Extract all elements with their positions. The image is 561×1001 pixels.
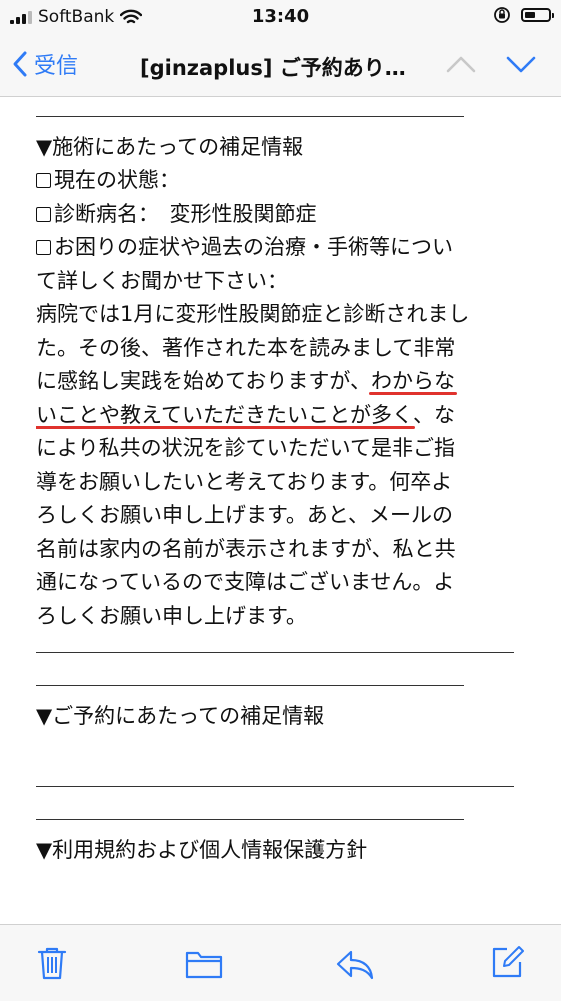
checkbox-icon: [36, 173, 51, 188]
status-bar: SoftBank 13:40: [0, 0, 561, 34]
field-current-state: 現在の状態：: [36, 164, 526, 198]
message-line: に感銘し実践を始めておりますが、わからな: [36, 369, 457, 395]
status-right: [493, 6, 554, 24]
message-line: た。その後、著作された本を読みまして非常: [36, 335, 456, 360]
divider: [36, 767, 514, 801]
mail-subject-title: [ginzaplus] ご予約あり…: [140, 56, 406, 80]
divider: [36, 633, 514, 667]
message-line: ろしくお願い申し上げます。: [36, 603, 307, 628]
message-line: 病院では1月に変形性股関節症と診断されまし: [36, 302, 470, 326]
message-line: 導をお願いしたいと考えております。何卒よ: [36, 469, 453, 494]
battery-icon: [521, 8, 554, 22]
message-line: 通になっているので支障はございません。よ: [36, 570, 455, 594]
rotation-lock-icon: [494, 7, 510, 23]
chevron-down-icon[interactable]: [505, 50, 537, 78]
back-label: 受信: [34, 54, 79, 79]
mail-body: ▼施術にあたっての補足情報 現在の状態： 診断病名： 変形性股関節症 お困りの症…: [36, 97, 526, 923]
reply-icon[interactable]: [335, 949, 375, 981]
trash-icon[interactable]: [36, 945, 68, 981]
bottom-toolbar: [0, 924, 561, 1001]
message-line: 名前は家内の名前が表示されますが、私と共: [36, 536, 456, 561]
section-heading-treatment: ▼施術にあたっての補足情報: [36, 134, 304, 159]
checkbox-icon: [36, 206, 51, 222]
underlined-text: わからな: [368, 369, 457, 395]
field-diagnosis: 診断病名： 変形性股関節症: [36, 198, 526, 232]
chevron-up-icon[interactable]: [445, 50, 477, 78]
red-underline: [368, 392, 457, 395]
divider: [36, 97, 464, 131]
status-time: 13:40: [251, 6, 310, 27]
chevron-left-icon: [13, 51, 27, 77]
field-symptoms: お困りの症状や過去の治療・手術等につい: [36, 231, 526, 265]
message-line: いことや教えていただきたいことが多く 、な: [36, 402, 455, 429]
compose-icon[interactable]: [490, 945, 524, 979]
divider: [36, 801, 464, 835]
section-heading-reservation: ▼ご予約にあたっての補足情報: [36, 704, 325, 728]
message-line: により私共の状況を診ていただいて是非ご指: [36, 436, 455, 460]
checkbox-icon: [36, 240, 51, 255]
section-heading-terms: ▼利用規約および個人情報保護方針: [36, 838, 368, 862]
divider: [36, 667, 464, 701]
back-button[interactable]: 受信: [12, 48, 78, 80]
nav-bar: 受信 [ginzaplus] ご予約あり…: [0, 34, 561, 97]
message-line: ろしくお願い申し上げます。あと、メールの: [36, 503, 454, 527]
folder-icon[interactable]: [185, 949, 223, 979]
red-underline: [36, 425, 415, 429]
underlined-text: いことや教えていただきたいことが多く: [36, 402, 415, 429]
field-symptoms-cont: て詳しくお聞かせ下さい：: [36, 268, 288, 293]
